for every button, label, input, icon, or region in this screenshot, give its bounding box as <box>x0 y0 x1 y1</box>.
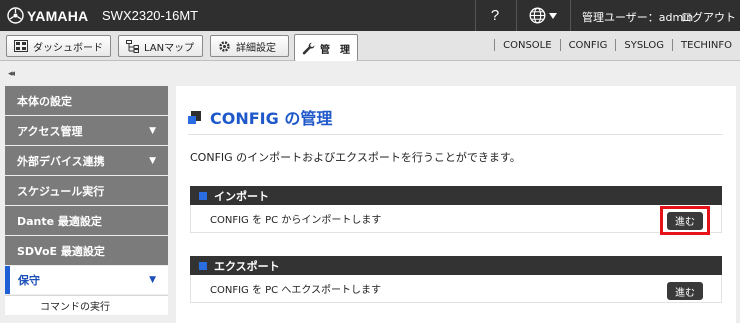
tab-lan-map[interactable]: LANマップ <box>118 35 203 57</box>
section-marker-icon <box>199 261 207 270</box>
brand-name: YAMAHA <box>27 7 89 24</box>
yamaha-logo: YAMAHA <box>7 7 88 24</box>
section-title: エクスポート <box>214 259 280 273</box>
page-title-text: CONFIG の管理 <box>210 109 333 128</box>
section-title: インポート <box>214 189 269 203</box>
divider <box>475 0 476 31</box>
export-go-button[interactable]: 進む <box>667 282 703 300</box>
sidebar-subitem-command-exec[interactable]: コマンドの実行 <box>5 295 168 315</box>
export-row: CONFIG を PC へエクスポートします <box>190 275 722 303</box>
main-panel: CONFIG の管理 CONFIG のインポートおよびエクスポートを行うことがで… <box>176 86 736 323</box>
dashboard-icon <box>14 40 28 52</box>
sidebar-item-external-devices[interactable]: 外部デバイス連携 ▼ <box>5 146 168 175</box>
sidebar: 本体の設定 アクセス管理 ▼ 外部デバイス連携 ▼ スケジュール実行 Dante… <box>5 86 168 323</box>
divider <box>516 0 517 31</box>
page-description: CONFIG のインポートおよびエクスポートを行うことができます。 <box>190 151 521 164</box>
sidebar-item-schedule[interactable]: スケジュール実行 <box>5 176 168 205</box>
divider <box>615 39 617 51</box>
sidebar-item-access-management[interactable]: アクセス管理 ▼ <box>5 116 168 145</box>
tab-label: 詳細設定 <box>236 42 276 54</box>
tuning-fork-logo-icon <box>7 7 24 24</box>
sidebar-subitem-label: コマンドの実行 <box>40 302 110 313</box>
sidebar-item-dante[interactable]: Dante 最適設定 <box>5 206 168 235</box>
title-marker-icon <box>188 110 201 124</box>
console-link[interactable]: CONSOLE <box>503 40 551 51</box>
divider <box>559 39 561 51</box>
collapse-sidebar-button[interactable]: ◂◂ <box>8 69 15 79</box>
help-icon: ? <box>490 7 500 24</box>
tab-label: 管 理 <box>320 44 350 56</box>
sidebar-item-device-settings[interactable]: 本体の設定 <box>5 86 168 115</box>
globe-icon <box>529 7 546 24</box>
gear-icon <box>219 40 230 52</box>
logout-link[interactable]: ログアウト <box>681 9 736 25</box>
help-button[interactable]: ? <box>478 0 512 31</box>
sidebar-item-label: 本体の設定 <box>17 94 72 108</box>
export-section-header: エクスポート <box>190 256 722 275</box>
highlight-box: 進む <box>660 206 710 235</box>
techinfo-link[interactable]: TECHINFO <box>681 40 732 51</box>
external-links: CONSOLE CONFIG SYSLOG TECHINFO <box>486 39 732 51</box>
tab-management[interactable]: 管 理 <box>294 34 358 61</box>
page-title: CONFIG の管理 <box>188 106 332 128</box>
import-description: CONFIG を PC からインポートします <box>210 215 382 226</box>
lan-map-icon <box>126 39 139 53</box>
chevron-down-icon <box>549 12 557 19</box>
sidebar-item-label: Dante 最適設定 <box>17 214 102 228</box>
sidebar-item-label: スケジュール実行 <box>17 184 105 198</box>
chevron-down-icon: ▼ <box>149 275 156 285</box>
import-row: CONFIG を PC からインポートします <box>190 205 722 233</box>
tab-label: LANマップ <box>144 42 195 54</box>
sidebar-item-label: アクセス管理 <box>17 124 83 138</box>
sidebar-item-maintenance[interactable]: 保守 ▼ <box>5 266 168 294</box>
divider <box>188 134 723 135</box>
top-bar: YAMAHA SWX2320-16MT ? 管理ユーザー：admin ログアウト <box>0 0 740 31</box>
sidebar-item-label: SDVoE 最適設定 <box>17 244 105 258</box>
user-label: 管理ユーザー：admin <box>582 11 694 24</box>
sidebar-item-label: 外部デバイス連携 <box>17 154 105 168</box>
model-name: SWX2320-16MT <box>102 8 199 23</box>
section-marker-icon <box>199 191 207 200</box>
tab-advanced-settings[interactable]: 詳細設定 <box>210 35 289 57</box>
tab-label: ダッシュボード <box>33 42 103 54</box>
export-description: CONFIG を PC へエクスポートします <box>210 285 382 296</box>
import-go-button[interactable]: 進む <box>667 211 703 230</box>
syslog-link[interactable]: SYSLOG <box>624 40 664 51</box>
language-menu-button[interactable] <box>520 0 566 31</box>
chevron-down-icon: ▼ <box>149 125 156 136</box>
tab-dashboard[interactable]: ダッシュボード <box>6 35 111 57</box>
sidebar-item-sdvoe[interactable]: SDVoE 最適設定 <box>5 236 168 265</box>
divider <box>672 39 674 51</box>
config-link[interactable]: CONFIG <box>569 40 608 51</box>
wrench-icon <box>302 42 315 54</box>
divider <box>494 39 496 51</box>
chevron-down-icon: ▼ <box>149 155 156 166</box>
divider <box>570 0 571 31</box>
sidebar-item-label: 保守 <box>18 274 40 287</box>
import-section-header: インポート <box>190 186 722 205</box>
tab-bar: ダッシュボード LANマップ 詳細設定 管 理 CONSOLE CONFIG S… <box>0 31 740 61</box>
